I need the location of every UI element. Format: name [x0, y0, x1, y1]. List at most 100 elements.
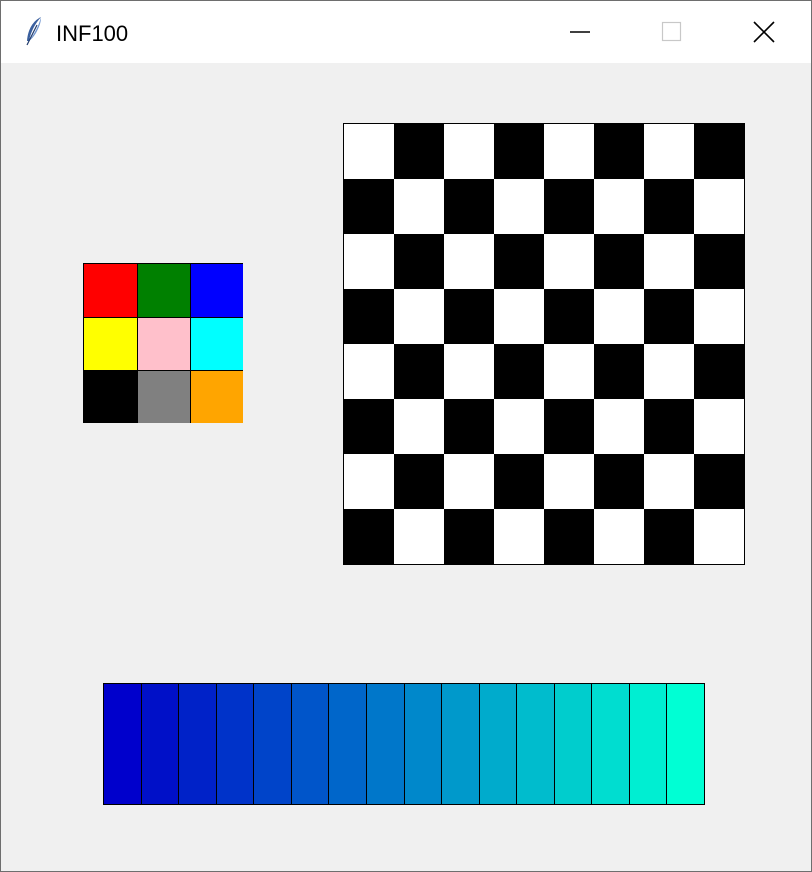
checker-square	[594, 344, 644, 399]
checker-square	[394, 289, 444, 344]
checker-square	[344, 399, 394, 454]
checker-square	[594, 179, 644, 234]
checker-square	[394, 344, 444, 399]
gradient-swatch	[592, 684, 629, 804]
checker-square	[344, 289, 394, 344]
checker-square	[344, 234, 394, 289]
checker-square	[444, 509, 494, 564]
checker-square	[444, 399, 494, 454]
checker-square	[394, 124, 444, 179]
checker-square	[594, 454, 644, 509]
checker-square	[544, 289, 594, 344]
checker-square	[644, 124, 694, 179]
checker-square	[444, 179, 494, 234]
checker-square	[644, 234, 694, 289]
checker-square	[444, 234, 494, 289]
checker-square	[544, 399, 594, 454]
checker-square	[644, 179, 694, 234]
checker-square	[494, 289, 544, 344]
palette-swatch	[138, 371, 190, 423]
gradient-swatch	[517, 684, 554, 804]
checker-square	[694, 344, 744, 399]
checker-square	[394, 509, 444, 564]
checker-square	[694, 289, 744, 344]
checker-square	[694, 399, 744, 454]
checker-square	[594, 234, 644, 289]
checker-square	[594, 509, 644, 564]
checker-square	[544, 234, 594, 289]
drawing-canvas[interactable]	[1, 63, 811, 871]
checker-square	[344, 179, 394, 234]
gradient-swatch	[329, 684, 366, 804]
palette-swatch	[191, 318, 243, 370]
gradient-swatch	[179, 684, 216, 804]
checker-square	[694, 234, 744, 289]
gradient-swatch	[366, 684, 404, 804]
checker-square	[494, 179, 544, 234]
minimize-button[interactable]	[534, 1, 626, 63]
palette-swatch	[191, 264, 243, 317]
feather-icon	[23, 15, 45, 47]
gradient-swatch	[629, 684, 667, 804]
palette-swatch	[84, 264, 137, 317]
checker-square	[394, 454, 444, 509]
checker-square	[644, 399, 694, 454]
checker-square	[544, 454, 594, 509]
checker-square	[694, 179, 744, 234]
gradient-swatch	[554, 684, 592, 804]
gradient-swatch	[254, 684, 291, 804]
checker-square	[494, 344, 544, 399]
checker-square	[594, 124, 644, 179]
checkerboard	[343, 123, 745, 565]
checker-square	[344, 124, 394, 179]
checker-square	[494, 124, 544, 179]
checker-square	[544, 124, 594, 179]
gradient-swatch	[442, 684, 479, 804]
close-button[interactable]	[718, 1, 810, 63]
gradient-swatch	[404, 684, 442, 804]
checker-square	[494, 454, 544, 509]
checker-square	[694, 509, 744, 564]
title-bar[interactable]: INF100	[1, 1, 811, 63]
checker-square	[594, 289, 644, 344]
gradient-swatch	[104, 684, 141, 804]
palette-swatch	[138, 264, 190, 317]
checker-square	[444, 124, 494, 179]
checker-square	[344, 344, 394, 399]
gradient-swatch	[216, 684, 254, 804]
checker-square	[644, 454, 694, 509]
palette-swatch	[191, 371, 243, 423]
maximize-button[interactable]	[626, 1, 718, 63]
checker-square	[344, 509, 394, 564]
gradient-swatch	[141, 684, 179, 804]
checker-square	[694, 124, 744, 179]
checker-square	[394, 234, 444, 289]
checker-square	[344, 454, 394, 509]
checker-square	[644, 509, 694, 564]
checker-square	[544, 344, 594, 399]
color-palette-grid	[83, 263, 243, 423]
gradient-swatch	[667, 684, 704, 804]
checker-square	[544, 179, 594, 234]
checker-square	[494, 509, 544, 564]
gradient-swatch	[479, 684, 517, 804]
checker-square	[694, 454, 744, 509]
color-gradient-bar	[103, 683, 705, 805]
checker-square	[644, 344, 694, 399]
checker-square	[494, 234, 544, 289]
checker-square	[444, 454, 494, 509]
checker-square	[544, 509, 594, 564]
gradient-swatch	[291, 684, 329, 804]
checker-square	[394, 399, 444, 454]
checker-square	[444, 344, 494, 399]
checker-square	[494, 399, 544, 454]
palette-swatch	[84, 318, 137, 370]
checker-square	[394, 179, 444, 234]
checker-square	[594, 399, 644, 454]
palette-swatch	[138, 318, 190, 370]
checker-square	[444, 289, 494, 344]
checker-square	[644, 289, 694, 344]
app-window: INF100	[0, 0, 812, 872]
window-title: INF100	[56, 21, 129, 46]
palette-swatch	[84, 371, 137, 423]
